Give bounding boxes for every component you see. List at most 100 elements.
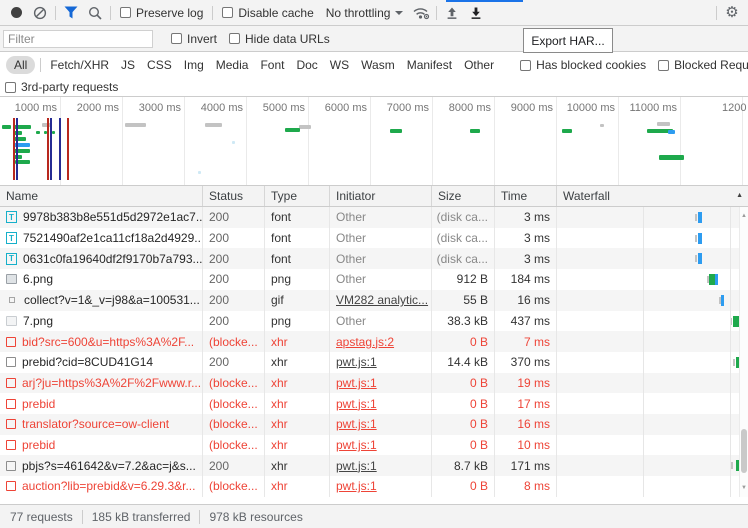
filter-tab-doc[interactable]: Doc [296,58,317,72]
initiator-link[interactable]: pwt.js:1 [336,438,377,452]
table-row[interactable]: prebid (blocke... xhr pwt.js:1 0 B 10 ms [0,434,748,456]
search-button[interactable] [83,1,107,25]
separator [436,5,438,20]
initiator-link[interactable]: apstag.js:2 [336,335,394,349]
overview-tick-label: 4000 ms [200,102,243,114]
column-header-waterfall[interactable]: Waterfall ▲ [557,186,748,206]
overview-tick-label: 9000 ms [510,102,553,114]
third-party-filter-row: 3rd-party requests [0,78,748,97]
table-row[interactable]: arj?ju=https%3A%2F%2Fwww.r... (blocke... x… [0,372,748,394]
table-row[interactable]: translator?source=ow-client (blocke... xhr… [0,414,748,435]
initiator-link[interactable]: VM282 analytic... [336,293,428,307]
waterfall-cell [557,269,748,290]
initiator-cell: pwt.js:1 [330,455,432,477]
preserve-log-checkbox[interactable]: Preserve log [120,6,203,20]
column-header-status[interactable]: Status [203,186,265,206]
initiator-text: Other [336,231,367,246]
table-row[interactable]: collect?v=1&_v=j98&a=100531... 200 gif VM28… [0,289,748,311]
overview-tick-label: 2000 ms [76,102,119,114]
scroll-down-icon[interactable]: ▼ [740,485,748,491]
invert-label: Invert [187,31,218,46]
size-cell: 0 B [432,434,495,456]
initiator-text: Other [336,251,367,266]
waterfall-bar-blue [698,232,702,244]
overview-activity-bar [657,122,670,126]
scrollbar-thumb[interactable] [741,429,747,473]
name-cell: pbjs?s=461642&v=7.2&ac=j&s... [0,455,203,477]
table-row[interactable]: bid?src=600&u=https%3A%2F... (blocke... xh… [0,331,748,352]
overview-activity-bar [36,131,40,134]
size-cell: 0 B [432,476,495,497]
invert-checkbox[interactable]: Invert [171,32,217,46]
column-header-size[interactable]: Size [432,186,495,206]
initiator-link[interactable]: pwt.js:1 [336,479,377,493]
initiator-link[interactable]: pwt.js:1 [336,355,377,369]
table-row[interactable]: 0631c0fa19640df2f9170b7a793...200font Oth… [0,248,748,270]
column-header-time[interactable]: Time [495,186,557,206]
table-row[interactable]: 7521490af2e1ca11cf18a2d4929...200font Oth… [0,227,748,249]
blocked-xhr-icon [6,336,16,347]
filter-tab-css[interactable]: CSS [147,58,172,72]
column-header-initiator[interactable]: Initiator [330,186,432,206]
filter-tab-wasm[interactable]: Wasm [361,58,395,72]
overview-tick-label: 6000 ms [324,102,367,114]
size-cell: 0 B [432,393,495,415]
tooltip-text: Export HAR... [531,33,605,48]
clear-button[interactable] [28,1,52,25]
overview-activity-bar [299,125,311,129]
checkbox-icon [171,33,182,44]
filter-tab-media[interactable]: Media [216,58,249,72]
filter-toggle-button[interactable] [59,1,83,25]
name-cell: 7.png [0,310,203,332]
checkbox-icon [658,59,670,71]
name-cell: auction?lib=prebid&v=6.29.3&r... [0,476,203,497]
overview-tick-label: 1200 [722,102,747,114]
initiator-link[interactable]: pwt.js:1 [336,397,377,411]
network-overview-timeline[interactable]: 1000 ms 2000 ms 3000 ms 4000 ms 5000 ms 6000 … [0,97,748,186]
initiator-link[interactable]: pwt.js:1 [336,376,377,390]
filter-tab-manifest[interactable]: Manifest [407,58,452,72]
vertical-scrollbar[interactable]: ▲ ▼ [739,207,748,497]
has-blocked-cookies-checkbox[interactable]: Has blocked cookies [520,58,646,72]
third-party-requests-checkbox[interactable]: 3rd-party requests [5,80,118,94]
table-row[interactable]: 6.png 200 png Other 912 B 184 ms [0,269,748,290]
table-row[interactable]: prebid (blocke... xhr pwt.js:1 0 B 17 ms [0,393,748,415]
font-file-icon [6,211,17,224]
filter-tab-ws[interactable]: WS [330,58,349,72]
initiator-cell: pwt.js:1 [330,476,432,497]
name-cell: prebid?cid=8CUD41G14 [0,351,203,373]
record-button[interactable] [4,1,28,25]
table-row[interactable]: prebid?cid=8CUD41G14 200 xhr pwt.js:1 14.4 k… [0,351,748,373]
settings-button[interactable]: ⚙ [720,1,744,25]
hide-data-urls-checkbox[interactable]: Hide data URLs [229,32,330,46]
network-conditions-button[interactable] [409,1,433,25]
scroll-up-icon[interactable]: ▲ [740,213,748,219]
export-har-button[interactable] [464,1,488,25]
overview-activity-bar [198,171,201,174]
filter-tab-js[interactable]: JS [121,58,135,72]
name-cell: translator?source=ow-client [0,414,203,435]
table-row[interactable]: 9978b383b8e551d5d2972e1ac7...200font Othe… [0,207,748,228]
table-row[interactable]: 7.png 200 png Other 38.3 kB 437 ms [0,310,748,332]
disable-cache-checkbox[interactable]: Disable cache [222,6,314,20]
blocked-requests-checkbox[interactable]: Blocked Requests [658,58,748,72]
filter-tab-img[interactable]: Img [184,58,204,72]
overview-tick-label: 8000 ms [448,102,491,114]
throttling-value: No throttling [325,5,391,20]
column-header-type[interactable]: Type [265,186,330,206]
import-har-button[interactable] [440,1,464,25]
status-cell: 200 [203,227,265,249]
table-row[interactable]: auction?lib=prebid&v=6.29.3&r... (blocke.… [0,476,748,497]
filter-tab-font[interactable]: Font [260,58,284,72]
initiator-link[interactable]: pwt.js:1 [336,417,377,431]
filter-tab-all[interactable]: All [6,56,36,74]
initiator-link[interactable]: pwt.js:1 [336,459,377,473]
overview-activity-bar [390,129,402,133]
status-cell: 200 [203,269,265,290]
column-header-name[interactable]: Name [0,186,203,206]
table-row[interactable]: pbjs?s=461642&v=7.2&ac=j&s... 200 xhr pwt.j… [0,455,748,477]
filter-tab-fetch-xhr[interactable]: Fetch/XHR [50,58,109,72]
filter-input[interactable] [3,29,153,48]
filter-tab-other[interactable]: Other [464,58,494,72]
throttling-select[interactable]: No throttling [326,6,404,20]
